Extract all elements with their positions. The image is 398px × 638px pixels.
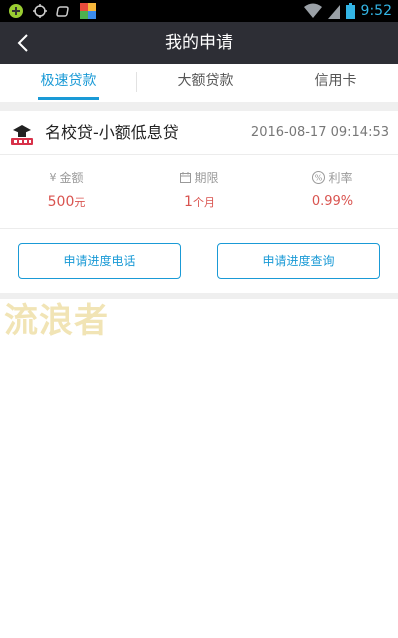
progress-phone-button[interactable]: 申请进度电话: [18, 243, 181, 279]
progress-query-button[interactable]: 申请进度查询: [217, 243, 380, 279]
watermark: 流浪者: [4, 301, 109, 341]
clock: 9:52: [360, 3, 392, 19]
section-gap: [0, 102, 398, 111]
wifi-icon: [303, 3, 322, 18]
mobile-data-icon: [56, 6, 69, 17]
battery-icon: [345, 3, 355, 19]
application-card: 名校贷-小额低息贷 2016-08-17 09:14:53 ¥ 金额 500元 …: [0, 111, 398, 293]
stat-label: 期限: [194, 171, 219, 185]
stat-term: 期限 1个月: [133, 156, 266, 229]
tab-divider: [136, 72, 137, 92]
android-debug-icon: [9, 4, 23, 18]
page-title: 我的申请: [165, 33, 233, 53]
tab-large-loan[interactable]: 大额贷款: [155, 64, 256, 102]
school-loan-logo-icon: [11, 125, 33, 145]
loan-type-tabs: 极速贷款 大额贷款 信用卡: [0, 64, 398, 102]
status-icons-left: [8, 3, 96, 19]
cell-signal-icon: [327, 5, 340, 19]
loan-product-name: 名校贷-小额低息贷: [45, 123, 179, 142]
yen-icon: ¥: [49, 171, 57, 184]
stat-amount: ¥ 金额 500元: [0, 156, 133, 229]
percent-icon: %: [312, 171, 326, 184]
stat-rate: % 利率 0.99%: [266, 156, 398, 229]
stat-value: 500元: [47, 194, 86, 210]
chevron-left-icon: [17, 34, 28, 52]
active-tab-indicator: [38, 97, 99, 100]
stat-value: 1个月: [184, 194, 215, 210]
back-button[interactable]: [6, 26, 40, 60]
application-date: 2016-08-17 09:14:53: [250, 125, 389, 140]
application-card-header: 名校贷-小额低息贷 2016-08-17 09:14:53: [0, 111, 398, 155]
app-notification-icon: [80, 3, 96, 19]
app-header: 我的申请: [0, 22, 398, 64]
stat-value: 0.99%: [311, 194, 354, 209]
tab-credit-card[interactable]: 信用卡: [285, 64, 386, 102]
svg-text:%: %: [315, 174, 323, 183]
status-icons-right: 9:52: [303, 2, 392, 20]
stat-label: 金额: [59, 171, 84, 185]
loan-stats: ¥ 金额 500元 期限 1个月 % 利率 0.99%: [0, 156, 398, 229]
stat-label: 利率: [328, 171, 353, 185]
status-bar: 9:52: [0, 0, 398, 22]
calendar-icon: [180, 172, 192, 183]
gps-icon: [33, 4, 47, 18]
